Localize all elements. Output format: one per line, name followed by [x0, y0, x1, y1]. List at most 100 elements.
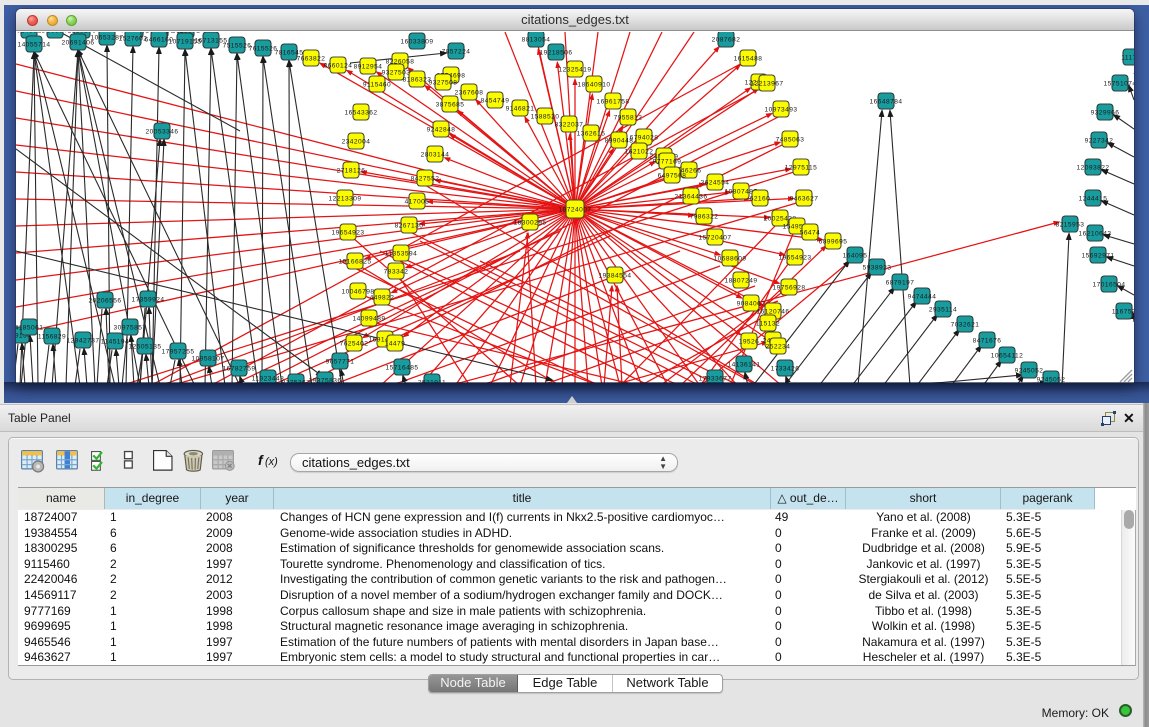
svg-text:8186323: 8186323: [403, 76, 432, 83]
svg-text:8660124: 8660124: [324, 62, 353, 69]
svg-text:30975857: 30975857: [114, 324, 147, 331]
svg-text:116753: 116753: [1112, 308, 1134, 315]
svg-text:164095: 164095: [843, 252, 868, 259]
svg-text:14055714: 14055714: [18, 41, 51, 48]
svg-text:5938923: 5938923: [863, 264, 892, 271]
svg-text:62160: 62160: [750, 195, 771, 202]
svg-text:9245052: 9245052: [1015, 367, 1044, 374]
svg-text:20691406: 20691406: [62, 39, 95, 46]
svg-text:20206556: 20206556: [89, 297, 122, 304]
svg-text:20053346: 20053346: [146, 128, 179, 135]
svg-text:17016504: 17016504: [1093, 281, 1126, 288]
svg-text:16961758: 16961758: [597, 98, 630, 105]
svg-text:8427552: 8427552: [411, 175, 440, 182]
svg-text:8215953: 8215953: [1056, 221, 1085, 228]
svg-text:6497568: 6497568: [658, 172, 687, 179]
svg-text:19218506: 19218506: [540, 49, 573, 56]
svg-text:12325419: 12325419: [559, 66, 592, 73]
svg-text:9327508: 9327508: [429, 79, 458, 86]
svg-text:19526: 19526: [739, 338, 760, 345]
svg-text:12975115: 12975115: [785, 164, 817, 171]
svg-text:7857224: 7857224: [442, 48, 471, 55]
svg-text:8454749: 8454749: [481, 97, 510, 104]
svg-text:7485063: 7485063: [776, 136, 805, 143]
svg-text:8471676: 8471676: [973, 337, 1002, 344]
svg-text:9657771: 9657771: [326, 358, 355, 365]
svg-text:8813054: 8813054: [522, 36, 551, 43]
svg-text:9474444: 9474444: [908, 293, 937, 300]
svg-text:12213309: 12213309: [329, 195, 362, 202]
svg-text:1615488: 1615488: [734, 55, 763, 62]
svg-text:10973493: 10973493: [765, 106, 798, 113]
svg-text:15692971: 15692971: [1082, 252, 1115, 259]
svg-text:8912954: 8912954: [354, 63, 383, 70]
svg-text:12093822: 12093822: [1077, 164, 1110, 171]
svg-text:2803144: 2803144: [421, 151, 450, 158]
svg-text:6879197: 6879197: [886, 279, 915, 286]
svg-text:1588520: 1588520: [531, 113, 560, 120]
svg-text:18807249: 18807249: [725, 277, 758, 284]
svg-text:1145194: 1145194: [101, 338, 129, 345]
svg-text:6899695: 6899695: [819, 238, 848, 245]
svg-text:15716485: 15716485: [386, 364, 419, 371]
svg-text:9242848: 9242848: [427, 126, 456, 133]
svg-text:1527602: 1527602: [119, 35, 148, 42]
svg-text:3875685: 3875685: [436, 101, 465, 108]
svg-text:19654923: 19654923: [332, 229, 365, 236]
svg-text:14136141: 14136141: [728, 361, 761, 368]
svg-text:12213967: 12213967: [751, 80, 784, 87]
svg-text:7515526: 7515526: [223, 42, 252, 49]
svg-text:8267130: 8267130: [395, 222, 424, 229]
svg-text:7955812: 7955812: [614, 114, 643, 121]
svg-text:417005: 417005: [405, 198, 430, 205]
svg-text:16120746: 16120746: [757, 308, 790, 315]
svg-text:783342: 783342: [384, 268, 409, 275]
svg-text:10958107: 10958107: [192, 355, 225, 362]
svg-text:97366946: 97366946: [39, 32, 72, 34]
svg-text:21364436: 21364436: [675, 193, 708, 200]
svg-text:19756928: 19756928: [773, 284, 806, 291]
svg-text:11173: 11173: [1121, 54, 1134, 61]
svg-text:(x): (x): [265, 456, 278, 468]
svg-text:7625402: 7625402: [340, 340, 369, 347]
svg-text:2367608: 2367608: [455, 89, 484, 96]
svg-text:14479: 14479: [385, 340, 406, 347]
svg-text:1362615: 1362615: [577, 130, 606, 137]
svg-text:3624554: 3624554: [701, 179, 730, 186]
svg-text:9084067: 9084067: [737, 300, 766, 307]
svg-text:449822: 449822: [370, 294, 395, 301]
svg-text:16033809: 16033809: [401, 38, 434, 45]
svg-text:9327503: 9327503: [382, 69, 411, 76]
svg-text:9329966: 9329966: [1091, 109, 1120, 116]
svg-text:f: f: [258, 452, 264, 468]
svg-text:16782759: 16782759: [223, 365, 256, 372]
svg-text:19166825: 19166825: [339, 258, 372, 265]
svg-text:9463627: 9463627: [790, 195, 819, 202]
svg-text:1244415: 1244415: [1079, 195, 1108, 202]
svg-text:7032621: 7032621: [951, 321, 980, 328]
svg-text:18724007: 18724007: [559, 206, 592, 213]
svg-text:1733426: 1733426: [771, 365, 800, 372]
svg-text:17957255: 17957255: [162, 348, 195, 355]
svg-text:19384554: 19384554: [599, 272, 632, 279]
svg-text:2935114: 2935114: [929, 306, 957, 313]
svg-text:7986322: 7986322: [690, 213, 719, 220]
svg-text:9115460: 9115460: [363, 81, 391, 88]
svg-text:2718126: 2718126: [337, 167, 366, 174]
svg-text:19654923: 19654923: [779, 254, 812, 261]
svg-text:12505135: 12505135: [129, 343, 162, 350]
svg-text:6794028: 6794028: [630, 134, 659, 141]
svg-text:14099489: 14099489: [353, 315, 386, 322]
svg-text:1156829: 1156829: [38, 333, 66, 340]
svg-text:18300295: 18300295: [514, 219, 547, 226]
svg-text:7663822: 7663822: [297, 55, 326, 62]
svg-text:10688609: 10688609: [714, 255, 747, 262]
svg-text:252234: 252234: [766, 343, 791, 350]
svg-text:18640910: 18640910: [578, 81, 611, 88]
svg-text:9227342: 9227342: [1085, 137, 1114, 144]
svg-text:2342004: 2342004: [342, 138, 371, 145]
svg-text:9777169: 9777169: [653, 158, 682, 165]
svg-text:11353594: 11353594: [385, 250, 417, 257]
svg-text:7615526: 7615526: [249, 45, 278, 52]
svg-text:8322037: 8322037: [555, 121, 584, 128]
